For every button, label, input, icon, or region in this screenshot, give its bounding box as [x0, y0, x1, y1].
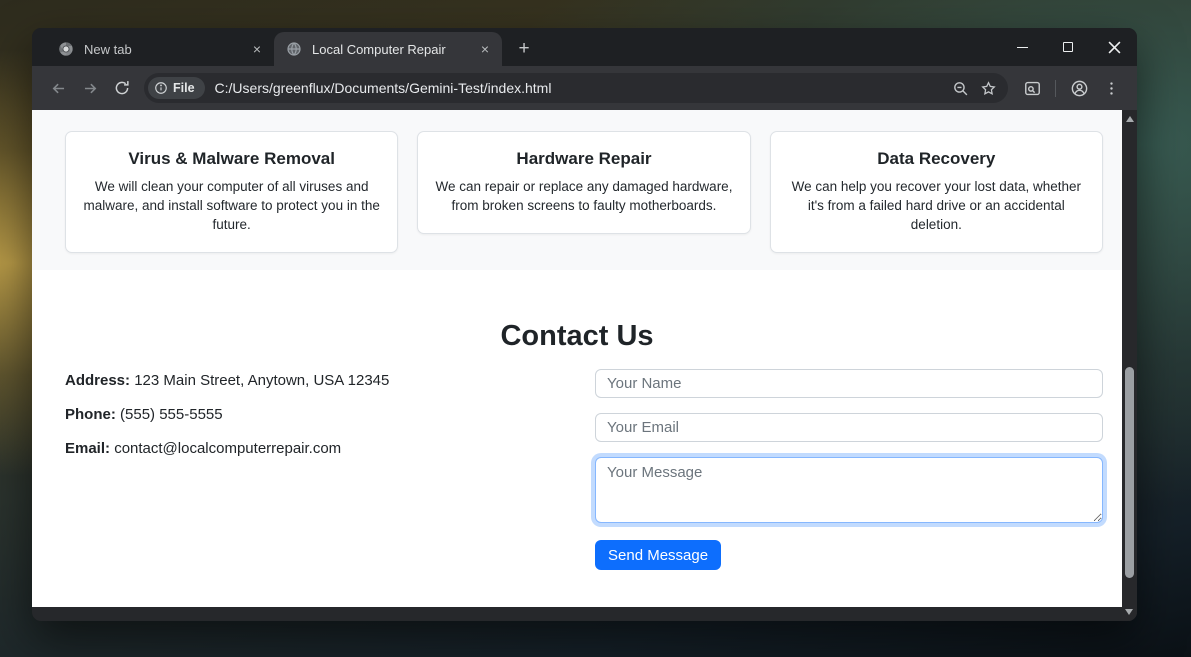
card-title: Hardware Repair: [433, 149, 734, 169]
back-button[interactable]: [42, 72, 74, 104]
address-line: Address: 123 Main Street, Anytown, USA 1…: [65, 372, 595, 389]
browser-toolbar: File C:/Users/greenflux/Documents/Gemini…: [32, 66, 1137, 110]
send-message-button[interactable]: Send Message: [595, 540, 721, 570]
page-scrollbar[interactable]: [1122, 110, 1137, 621]
side-panel-button[interactable]: [1016, 72, 1048, 104]
forward-button[interactable]: [74, 72, 106, 104]
tab-title: Local Computer Repair: [312, 42, 476, 57]
kebab-menu-icon: [1103, 80, 1120, 97]
tab-title: New tab: [84, 42, 248, 57]
email-input[interactable]: [595, 413, 1103, 442]
scroll-up-icon[interactable]: [1126, 116, 1134, 122]
maximize-button[interactable]: [1045, 28, 1091, 66]
contact-info: Address: 123 Main Street, Anytown, USA 1…: [65, 369, 595, 570]
minimize-icon: [1017, 47, 1028, 48]
tab-local-computer-repair[interactable]: Local Computer Repair ×: [274, 32, 502, 66]
address-label: Address:: [65, 372, 130, 389]
service-card-hardware-repair: Hardware Repair We can repair or replace…: [417, 131, 750, 234]
phone-line: Phone: (555) 555-5555: [65, 406, 595, 423]
globe-icon: [286, 41, 302, 57]
card-description: We can help you recover your lost data, …: [786, 178, 1087, 235]
email-label: Email:: [65, 440, 110, 457]
reload-button[interactable]: [106, 72, 138, 104]
back-arrow-icon: [49, 79, 68, 98]
menu-button[interactable]: [1095, 72, 1127, 104]
tab-strip: New tab × Local Computer Repair × +: [32, 28, 1137, 66]
tab-close-icon[interactable]: ×: [476, 40, 494, 58]
email-value: contact@localcomputerrepair.com: [114, 440, 341, 457]
close-button[interactable]: [1091, 28, 1137, 66]
toolbar-divider: [1055, 80, 1056, 97]
side-panel-search-icon: [1023, 79, 1042, 98]
address-value: 123 Main Street, Anytown, USA 12345: [134, 372, 389, 389]
file-chip[interactable]: File: [148, 77, 205, 99]
scroll-down-icon[interactable]: [1125, 609, 1133, 615]
maximize-icon: [1063, 42, 1073, 52]
service-card-data-recovery: Data Recovery We can help you recover yo…: [770, 131, 1103, 253]
window-controls: [999, 28, 1137, 66]
card-title: Virus & Malware Removal: [81, 149, 382, 169]
profile-button[interactable]: [1063, 72, 1095, 104]
bookmark-button[interactable]: [974, 74, 1002, 102]
close-icon: [1108, 41, 1121, 54]
message-textarea[interactable]: [595, 457, 1103, 523]
service-card-virus-malware: Virus & Malware Removal We will clean yo…: [65, 131, 398, 253]
star-icon: [980, 80, 997, 97]
services-section: Virus & Malware Removal We will clean yo…: [32, 110, 1122, 270]
reload-icon: [113, 79, 131, 97]
zoom-minus-icon: [952, 80, 969, 97]
tab-close-icon[interactable]: ×: [248, 40, 266, 58]
zoom-button[interactable]: [946, 74, 974, 102]
card-description: We can repair or replace any damaged har…: [433, 178, 734, 216]
url-text[interactable]: C:/Users/greenflux/Documents/Gemini-Test…: [215, 80, 946, 96]
card-description: We will clean your computer of all virus…: [81, 178, 382, 235]
contact-section: Contact Us Address: 123 Main Street, Any…: [32, 270, 1122, 570]
browser-window: New tab × Local Computer Repair × +: [32, 28, 1137, 621]
chrome-icon: [58, 41, 74, 57]
tab-new-tab[interactable]: New tab ×: [46, 32, 274, 66]
contact-heading: Contact Us: [32, 320, 1122, 353]
forward-arrow-icon: [81, 79, 100, 98]
phone-value: (555) 555-5555: [120, 406, 223, 423]
profile-icon: [1070, 79, 1089, 98]
contact-form: Send Message: [595, 369, 1103, 570]
card-title: Data Recovery: [786, 149, 1087, 169]
address-bar[interactable]: File C:/Users/greenflux/Documents/Gemini…: [144, 73, 1008, 103]
minimize-button[interactable]: [999, 28, 1045, 66]
new-tab-button[interactable]: +: [510, 34, 538, 62]
email-line: Email: contact@localcomputerrepair.com: [65, 440, 595, 457]
scrollbar-thumb[interactable]: [1125, 367, 1134, 578]
phone-label: Phone:: [65, 406, 116, 423]
info-icon: [154, 81, 168, 95]
page-viewport: Virus & Malware Removal We will clean yo…: [32, 110, 1137, 621]
name-input[interactable]: [595, 369, 1103, 398]
web-page-content: Virus & Malware Removal We will clean yo…: [32, 110, 1122, 607]
file-chip-label: File: [173, 81, 195, 95]
